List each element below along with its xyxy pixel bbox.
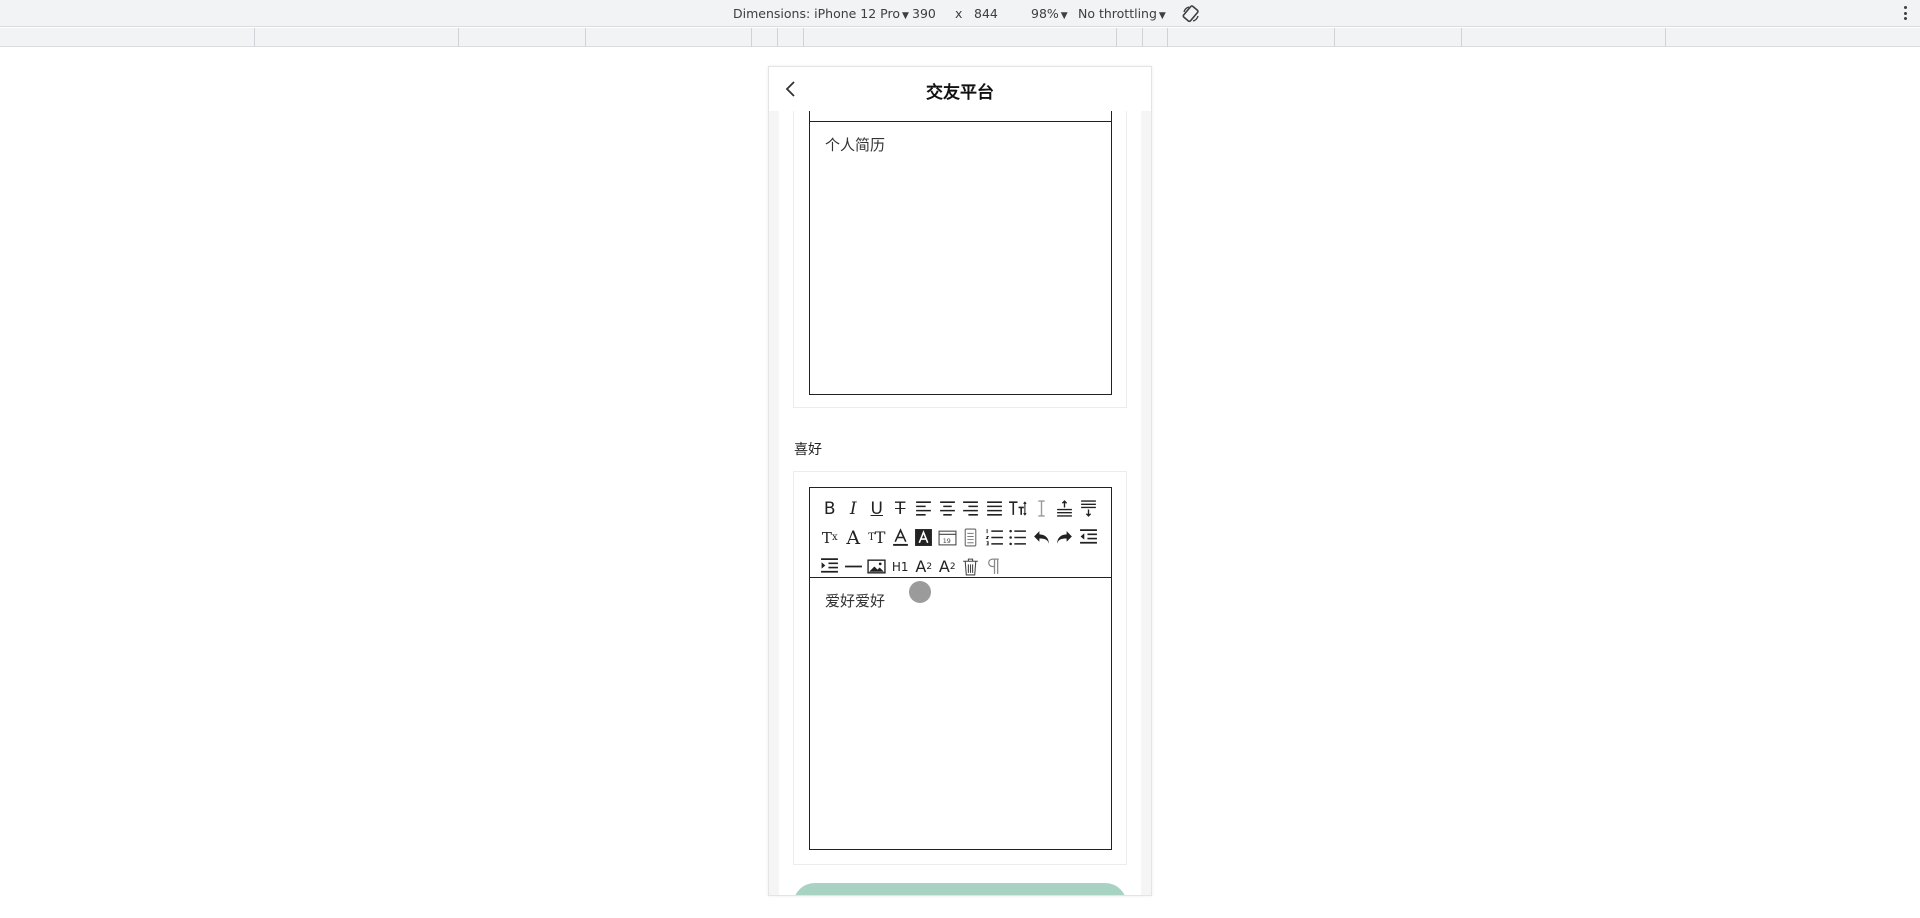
underline-icon[interactable]: U [865,494,889,523]
bold-icon[interactable]: B [818,494,842,523]
media-query-ruler[interactable] [0,28,1920,47]
horizontal-rule-icon[interactable] [842,552,866,581]
hobby-editor-toolbar: B I U T Tx A TT 19 H1 A 2 A 2 [810,488,1111,578]
form-content: 个人简历 喜好 B I U T T x A T T 19 H1 A 2 A 2 … [769,111,1151,895]
devtools-device-toolbar: Dimensions: iPhone 12 Pro ▼ 390 x 844 98%… [0,0,1920,27]
align-justify-icon[interactable] [983,494,1007,523]
left-gutter [769,111,779,895]
undo-icon[interactable] [1030,523,1054,552]
more-options-icon[interactable] [1902,4,1908,22]
zoom-select[interactable]: 98% ▼ [1031,6,1068,21]
line-height-icon[interactable] [1030,494,1054,523]
superscript-icon[interactable]: A2 [936,552,960,581]
svg-text:19: 19 [943,538,951,545]
resume-editor-card: 个人简历 [793,111,1127,408]
dimension-separator: x [955,6,963,21]
font-size-icon[interactable] [1006,494,1030,523]
unordered-list-icon[interactable] [1006,523,1030,552]
hobby-rich-editor: B I U T Tx A TT 19 H1 A 2 A 2 爱好爱好 [809,487,1112,850]
align-left-icon[interactable] [912,494,936,523]
submit-button[interactable] [793,883,1127,895]
device-viewport: 交友平台 个人简历 喜好 B I U T T x A T T 19 H1 A 2… [768,66,1152,896]
indent-icon[interactable] [818,552,842,581]
text-case-icon[interactable]: TT [865,523,889,552]
hobby-editor-card: B I U T Tx A TT 19 H1 A 2 A 2 爱好爱好 [793,471,1127,865]
outdent-icon[interactable] [1077,523,1101,552]
heading-icon[interactable]: H1 [889,552,913,581]
date-icon[interactable]: 19 [936,523,960,552]
nav-bar: 交友平台 [769,67,1151,111]
table-icon[interactable] [959,523,983,552]
hobby-label: 喜好 [794,442,822,458]
device-select[interactable]: Dimensions: iPhone 12 Pro ▼ [733,6,909,21]
font-color-icon[interactable] [889,523,913,552]
trash-icon[interactable] [959,552,983,581]
spacing-bottom-icon[interactable] [1077,494,1101,523]
paragraph-icon[interactable] [983,552,1007,581]
resume-rich-editor: 个人简历 [809,111,1112,395]
font-family-icon[interactable]: A [842,523,866,552]
hobby-editor-content[interactable]: 爱好爱好 [810,578,1111,849]
image-icon[interactable] [865,552,889,581]
right-gutter [1141,111,1151,895]
resume-editor-content[interactable]: 个人简历 [810,122,1111,394]
italic-icon[interactable]: I [842,494,866,523]
touch-cursor-indicator [909,581,931,603]
ordered-list-icon[interactable] [983,523,1007,552]
align-right-icon[interactable] [959,494,983,523]
redo-icon[interactable] [1053,523,1077,552]
spacing-top-icon[interactable] [1053,494,1077,523]
strikethrough-icon[interactable]: T [889,494,913,523]
resume-editor-toolbar [810,111,1111,122]
height-input[interactable]: 844 [974,6,998,21]
throttling-select[interactable]: No throttling ▼ [1078,6,1166,21]
page-title: 交友平台 [926,83,994,103]
width-input[interactable]: 390 [912,6,936,21]
align-center-icon[interactable] [936,494,960,523]
subscript-icon[interactable]: A2 [912,552,936,581]
rotate-icon[interactable] [1181,4,1201,24]
background-color-icon[interactable] [912,523,936,552]
clear-format-icon[interactable]: Tx [818,523,842,552]
